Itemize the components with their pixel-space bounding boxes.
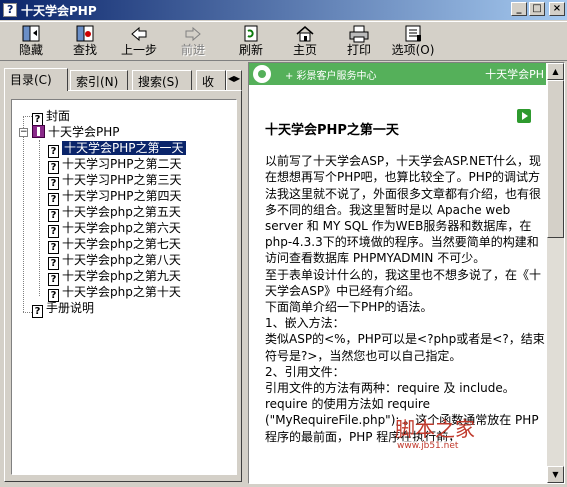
- toolbar: 隐藏 查找 上一步 前进 刷新 主页 打印 选项(O): [0, 21, 567, 61]
- tree-item-book[interactable]: 十天学会PHP: [32, 124, 120, 140]
- banner-logo-icon: [253, 65, 271, 83]
- tree-item-day3[interactable]: ? 十天学习PHP之第三天: [48, 172, 182, 190]
- tree-item-manual[interactable]: ? 手册说明: [32, 300, 95, 318]
- home-button[interactable]: 主页: [280, 24, 330, 60]
- refresh-label: 刷新: [238, 43, 263, 57]
- banner-title: 十天学会PH: [485, 68, 544, 81]
- tree-item-day7[interactable]: ? 十天学会php之第七天: [48, 236, 181, 254]
- title-bar[interactable]: 十天学会PHP _ □ ×: [0, 0, 567, 20]
- hide-label: 隐藏: [18, 43, 43, 57]
- refresh-button[interactable]: 刷新: [226, 24, 276, 60]
- back-button[interactable]: 上一步: [114, 24, 164, 60]
- paragraph: 以前写了十天学会ASP，十天学会ASP.NET什么，现在想想再写个PHP吧，也算…: [265, 154, 542, 266]
- tab-favorites[interactable]: 收: [196, 70, 226, 90]
- print-icon: [348, 25, 370, 43]
- site-watermark: 脚本之家: [395, 417, 475, 441]
- tree-item-label: 十天学会php之第六天: [62, 221, 181, 235]
- tree-line: [23, 116, 32, 117]
- paragraph: 引用文件的方法有两种：require 及 include。: [265, 381, 515, 396]
- tree-item-day8[interactable]: ? 十天学会php之第八天: [48, 252, 181, 270]
- home-label: 主页: [292, 43, 317, 57]
- open-book-icon: [32, 125, 45, 138]
- close-button[interactable]: ×: [549, 2, 565, 16]
- paragraph: 1、嵌入方法：: [265, 316, 345, 331]
- print-label: 打印: [346, 43, 371, 57]
- paragraph: 类似ASP的<%，PHP可以是<?php或者是<?，结束符号是?>，当然您也可以…: [265, 332, 545, 363]
- locate-button[interactable]: 查找: [60, 24, 110, 60]
- tree-item-label: 十天学习PHP之第二天: [62, 157, 182, 171]
- help-page-icon: ?: [32, 305, 43, 318]
- document-title: 十天学会PHP之第一天: [265, 123, 399, 138]
- tab-index[interactable]: 索引(N): [70, 70, 128, 90]
- tree-item-day4[interactable]: ? 十天学习PHP之第四天: [48, 188, 182, 206]
- locate-label: 查找: [72, 43, 97, 57]
- tab-search[interactable]: 搜索(S): [132, 70, 192, 90]
- vertical-scrollbar[interactable]: ▲ ▼: [547, 63, 564, 483]
- options-icon: [402, 25, 424, 43]
- tree-item-day9[interactable]: ? 十天学会php之第九天: [48, 268, 181, 286]
- minimize-button[interactable]: _: [511, 2, 527, 16]
- tree-item-label: 封面: [46, 109, 71, 123]
- tab-panel: ? 封面 − 十天学会PHP ? 十天学会PHP之第一天 ? 十天学习PHP之第二天 …: [4, 90, 242, 482]
- paragraph: 2、引用文件：: [265, 364, 345, 379]
- tree-item-day6[interactable]: ? 十天学会php之第六天: [48, 220, 181, 238]
- back-label: 上一步: [120, 43, 157, 57]
- site-watermark-url: www.jb51.net: [397, 441, 459, 451]
- back-arrow-icon: [128, 25, 150, 43]
- paragraph: 下面简单介绍一下PHP的语法。: [265, 300, 433, 315]
- refresh-icon: [240, 25, 262, 43]
- tree-item-label: 十天学习PHP之第四天: [62, 189, 182, 203]
- hide-icon: [20, 25, 42, 43]
- tab-scroll-arrows[interactable]: ◀▶: [226, 70, 242, 90]
- tree-line: [39, 140, 40, 296]
- maximize-button[interactable]: □: [529, 2, 545, 16]
- tree-item-label: 十天学会PHP之第一天: [61, 140, 187, 156]
- print-button[interactable]: 打印: [334, 24, 384, 60]
- options-label: 选项(O): [391, 43, 435, 57]
- tree-line: [23, 116, 24, 312]
- tree-item-label: 十天学习PHP之第三天: [62, 173, 182, 187]
- play-icon[interactable]: [517, 109, 531, 123]
- tree-item-label: 十天学会php之第九天: [62, 269, 181, 283]
- tree-item-label: 十天学会php之第十天: [62, 285, 181, 299]
- hide-button[interactable]: 隐藏: [6, 24, 56, 60]
- options-button[interactable]: 选项(O): [388, 24, 438, 60]
- tree-line: [23, 312, 32, 313]
- collapse-toggle[interactable]: −: [19, 128, 28, 137]
- help-app-icon: [3, 3, 17, 17]
- tree-item-label: 十天学会php之第八天: [62, 253, 181, 267]
- scroll-thumb[interactable]: [547, 80, 564, 238]
- tree-item-day5[interactable]: ? 十天学会php之第五天: [48, 204, 181, 222]
- tree-item-day2[interactable]: ? 十天学习PHP之第二天: [48, 156, 182, 174]
- navigation-pane: 目录(C) 索引(N) 搜索(S) 收 ◀▶ ? 封面 − 十天学会PHP ? 十天…: [2, 62, 244, 484]
- window-controls: _ □ ×: [511, 2, 565, 16]
- contents-tree[interactable]: ? 封面 − 十天学会PHP ? 十天学会PHP之第一天 ? 十天学习PHP之第二天 …: [11, 99, 237, 475]
- tree-item-label: 十天学会PHP: [48, 125, 120, 139]
- window-title: 十天学会PHP: [21, 3, 97, 18]
- tree-item-day1[interactable]: ? 十天学会PHP之第一天: [48, 140, 187, 158]
- nav-tabs: 目录(C) 索引(N) 搜索(S) 收 ◀▶: [4, 68, 242, 91]
- tree-item-label: 手册说明: [46, 301, 95, 315]
- scroll-down-button[interactable]: ▼: [547, 466, 564, 483]
- tree-item-day10[interactable]: ? 十天学会php之第十天: [48, 284, 181, 302]
- tree-item-label: 十天学会php之第七天: [62, 237, 181, 251]
- paragraph: 至于表单设计什么的，我这里也不想多说了，在《十天学会ASP》中已经有介绍。: [265, 267, 542, 298]
- locate-icon: [74, 25, 96, 43]
- forward-button[interactable]: 前进: [168, 24, 218, 60]
- banner-text: + 彩景客户服务中心: [285, 71, 377, 82]
- forward-arrow-icon: [182, 25, 204, 43]
- tree-item-label: 十天学会php之第五天: [62, 205, 181, 219]
- content-pane: + 彩景客户服务中心 十天学会PH 十天学会PHP之第一天 以前写了十天学会AS…: [248, 62, 565, 484]
- home-icon: [294, 25, 316, 43]
- forward-label: 前进: [180, 43, 205, 57]
- page-banner: + 彩景客户服务中心 十天学会PH: [249, 63, 546, 85]
- tab-contents[interactable]: 目录(C): [4, 68, 68, 91]
- scroll-up-button[interactable]: ▲: [547, 63, 564, 80]
- document-body: 十天学会PHP之第一天 以前写了十天学会ASP，十天学会ASP.NET什么，现在…: [265, 123, 545, 445]
- tree-item-cover[interactable]: ? 封面: [32, 108, 71, 126]
